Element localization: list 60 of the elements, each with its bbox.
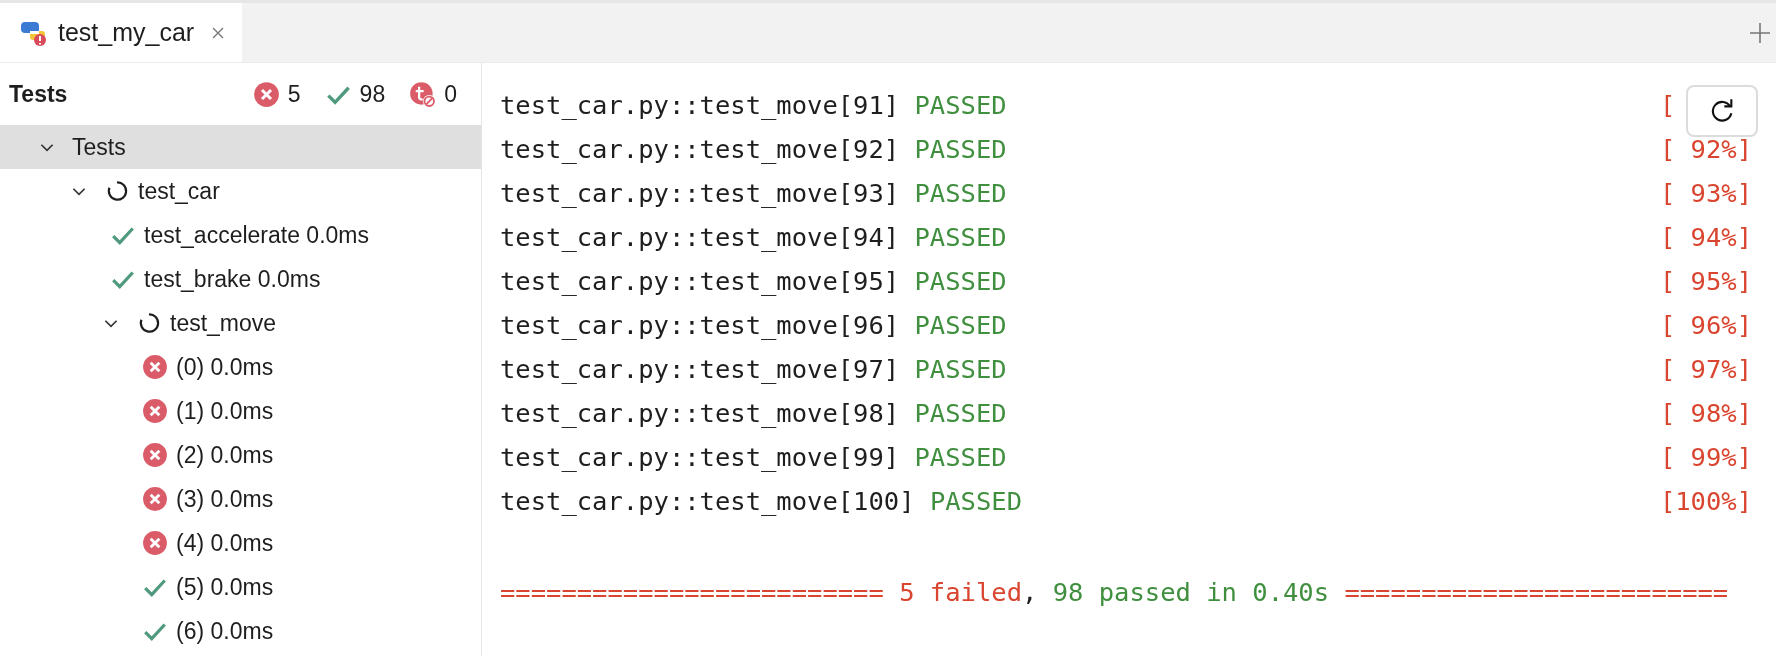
progress-percent: [ 94%]: [1659, 222, 1752, 252]
tab-title: test_my_car: [58, 18, 195, 47]
tree-row[interactable]: (5) 0.0ms: [0, 565, 481, 609]
console-line: test_car.py::test_move[99] PASSED: [500, 442, 1007, 472]
tree-item-label: (1) 0.0ms: [176, 397, 274, 425]
progress-percent: [ 95%]: [1659, 266, 1752, 296]
tree-item-label: test_brake 0.0ms: [144, 265, 321, 293]
tree-row[interactable]: Tests: [0, 125, 481, 169]
error-icon: [142, 442, 168, 468]
tree-item-label: test_accelerate 0.0ms: [144, 221, 369, 249]
progress-percent: [ 92%]: [1659, 134, 1752, 164]
progress-percent: [: [1659, 90, 1676, 120]
tree-row[interactable]: (4) 0.0ms: [0, 521, 481, 565]
panel-title: Tests: [9, 80, 68, 108]
progress-percent: [ 99%]: [1659, 442, 1752, 472]
console-line: test_car.py::test_move[100] PASSED: [500, 486, 1022, 516]
tree-item-label: (3) 0.0ms: [176, 485, 274, 513]
progress-percent: [ 97%]: [1659, 354, 1752, 384]
error-icon: [142, 486, 168, 512]
passed-count: 98: [359, 80, 386, 108]
tree-row[interactable]: (2) 0.0ms: [0, 433, 481, 477]
tree-item-label: (5) 0.0ms: [176, 573, 274, 601]
error-icon: [142, 398, 168, 424]
progress-percent: [100%]: [1659, 486, 1752, 516]
ignored-count: 0: [444, 80, 457, 108]
progress-percent: [ 96%]: [1659, 310, 1752, 340]
tree-row[interactable]: (6) 0.0ms: [0, 609, 481, 653]
tree-item-label: Tests: [72, 133, 126, 161]
console-line: test_car.py::test_move[93] PASSED: [500, 178, 1007, 208]
tree-item-label: (4) 0.0ms: [176, 529, 274, 557]
add-tab-icon[interactable]: [1748, 20, 1772, 45]
tree-item-label: test_car: [138, 177, 220, 205]
tree-row[interactable]: test_brake 0.0ms: [0, 257, 481, 301]
console-line: test_car.py::test_move[94] PASSED: [500, 222, 1007, 252]
error-icon: [142, 354, 168, 380]
tree-item-label: (2) 0.0ms: [176, 441, 274, 469]
console-line: test_car.py::test_move[92] PASSED: [500, 134, 1007, 164]
tree-row[interactable]: test_accelerate 0.0ms: [0, 213, 481, 257]
tree-row[interactable]: (0) 0.0ms: [0, 345, 481, 389]
ignored-test-icon: [409, 80, 437, 108]
console-line: test_car.py::test_move[98] PASSED: [500, 398, 1007, 428]
error-icon: [142, 530, 168, 556]
tree-item-label: (0) 0.0ms: [176, 353, 274, 381]
tree-row[interactable]: test_car: [0, 169, 481, 213]
tree-item-label: (6) 0.0ms: [176, 617, 274, 645]
rerun-button[interactable]: [1686, 85, 1758, 137]
tree-row[interactable]: (3) 0.0ms: [0, 477, 481, 521]
progress-percent: [ 98%]: [1659, 398, 1752, 428]
console-line: test_car.py::test_move[95] PASSED: [500, 266, 1007, 296]
tree-row[interactable]: test_move: [0, 301, 481, 345]
console-line: test_car.py::test_move[96] PASSED: [500, 310, 1007, 340]
result-summary-line: ========================= 5 failed, 98 passed in 0.40s =========================: [500, 577, 1730, 607]
editor-tab[interactable]: test_my_car: [0, 3, 243, 62]
console-line: test_car.py::test_move[91] PASSED: [500, 90, 1007, 120]
console-line: test_car.py::test_move[97] PASSED: [500, 354, 1007, 384]
progress-percent: [ 93%]: [1659, 178, 1752, 208]
error-icon: [252, 80, 280, 108]
tree-row[interactable]: (1) 0.0ms: [0, 389, 481, 433]
failed-count: 5: [287, 80, 301, 108]
tree-item-label: test_move: [170, 309, 277, 337]
